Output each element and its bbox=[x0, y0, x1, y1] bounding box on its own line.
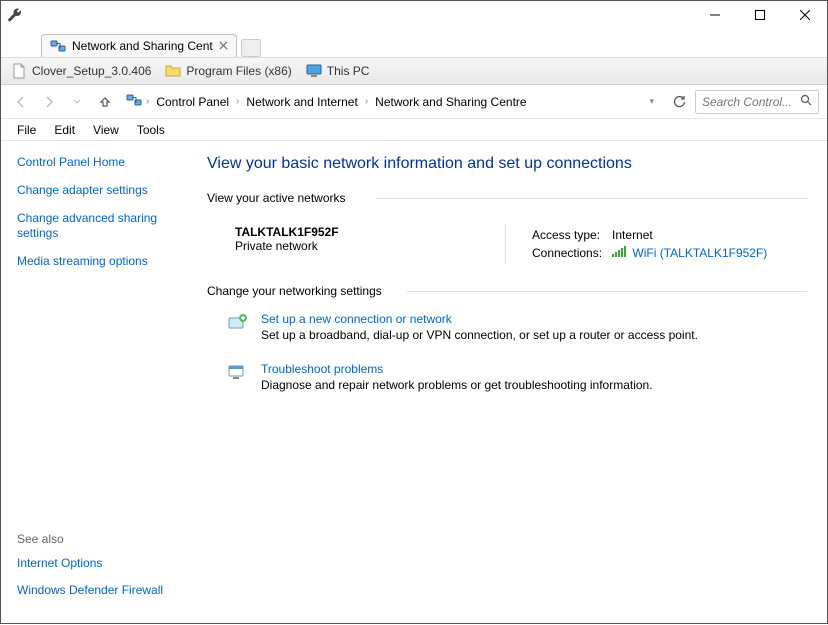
search-input[interactable] bbox=[702, 95, 796, 109]
connections-label: Connections: bbox=[532, 245, 610, 262]
menu-file[interactable]: File bbox=[9, 121, 44, 139]
forward-button[interactable] bbox=[37, 90, 61, 114]
tab-close-icon[interactable] bbox=[219, 39, 228, 53]
recent-dropdown[interactable] bbox=[65, 90, 89, 114]
change-settings-label: Change your networking settings bbox=[207, 284, 807, 298]
monitor-icon bbox=[306, 63, 322, 79]
tab-bar: Network and Sharing Cent bbox=[1, 31, 827, 57]
network-sharing-icon bbox=[126, 92, 142, 111]
menu-view[interactable]: View bbox=[85, 121, 127, 139]
main-content: View your basic network information and … bbox=[201, 141, 827, 625]
internet-options-link[interactable]: Internet Options bbox=[17, 556, 185, 572]
minimize-button[interactable] bbox=[692, 1, 737, 29]
change-advanced-sharing-link[interactable]: Change advanced sharing settings bbox=[17, 211, 185, 242]
refresh-button[interactable] bbox=[667, 90, 691, 114]
crumb-control-panel[interactable]: Control Panel bbox=[153, 93, 232, 111]
address-breadcrumb[interactable]: › Control Panel › Network and Internet ›… bbox=[121, 90, 663, 114]
network-name: TALKTALK1F952F bbox=[235, 225, 505, 239]
up-button[interactable] bbox=[93, 90, 117, 114]
chevron-right-icon[interactable]: › bbox=[146, 96, 149, 107]
file-icon bbox=[11, 63, 27, 79]
setup-connection-desc: Set up a broadband, dial-up or VPN conne… bbox=[261, 328, 698, 342]
bookmark-this-pc[interactable]: This PC bbox=[306, 63, 370, 79]
titlebar bbox=[1, 1, 827, 31]
sidebar: Control Panel Home Change adapter settin… bbox=[1, 141, 201, 625]
search-icon[interactable] bbox=[800, 94, 812, 109]
access-type-label: Access type: bbox=[532, 227, 610, 243]
new-tab-button[interactable] bbox=[241, 39, 261, 57]
menu-bar: File Edit View Tools bbox=[1, 119, 827, 141]
menu-edit[interactable]: Edit bbox=[46, 121, 83, 139]
network-type: Private network bbox=[235, 239, 505, 253]
bookmark-label: Clover_Setup_3.0.406 bbox=[32, 64, 151, 78]
wrench-icon bbox=[7, 7, 23, 26]
control-panel-home-link[interactable]: Control Panel Home bbox=[17, 155, 185, 169]
tab-title: Network and Sharing Cent bbox=[72, 39, 213, 53]
setup-connection-icon bbox=[227, 312, 249, 334]
network-sharing-icon bbox=[50, 38, 66, 54]
address-dropdown[interactable]: ▾ bbox=[645, 96, 658, 107]
bookmark-label: Program Files (x86) bbox=[186, 64, 291, 78]
wifi-connection-link[interactable]: WiFi (TALKTALK1F952F) bbox=[632, 246, 767, 260]
troubleshoot-desc: Diagnose and repair network problems or … bbox=[261, 378, 653, 392]
close-button[interactable] bbox=[782, 1, 827, 29]
page-heading: View your basic network information and … bbox=[207, 155, 807, 173]
maximize-button[interactable] bbox=[737, 1, 782, 29]
bookmark-label: This PC bbox=[327, 64, 370, 78]
see-also-label: See also bbox=[17, 532, 185, 546]
troubleshoot-item: Troubleshoot problems Diagnose and repai… bbox=[227, 362, 807, 392]
bookmark-clover-setup[interactable]: Clover_Setup_3.0.406 bbox=[11, 63, 151, 79]
media-streaming-link[interactable]: Media streaming options bbox=[17, 254, 185, 270]
search-box[interactable] bbox=[695, 90, 819, 114]
chevron-right-icon[interactable]: › bbox=[236, 96, 239, 107]
crumb-network-internet[interactable]: Network and Internet bbox=[243, 93, 360, 111]
change-adapter-link[interactable]: Change adapter settings bbox=[17, 183, 185, 199]
active-networks-label: View your active networks bbox=[207, 191, 807, 205]
troubleshoot-icon bbox=[227, 362, 249, 384]
wifi-signal-icon bbox=[612, 246, 626, 261]
active-network-panel: TALKTALK1F952F Private network Access ty… bbox=[207, 215, 807, 284]
menu-tools[interactable]: Tools bbox=[129, 121, 173, 139]
navigation-bar: › Control Panel › Network and Internet ›… bbox=[1, 85, 827, 119]
setup-connection-link[interactable]: Set up a new connection or network bbox=[261, 312, 698, 326]
bookmark-bar: Clover_Setup_3.0.406 Program Files (x86)… bbox=[1, 57, 827, 85]
bookmark-program-files[interactable]: Program Files (x86) bbox=[165, 63, 291, 79]
chevron-right-icon[interactable]: › bbox=[365, 96, 368, 107]
tab-network-sharing[interactable]: Network and Sharing Cent bbox=[41, 34, 237, 57]
troubleshoot-link[interactable]: Troubleshoot problems bbox=[261, 362, 653, 376]
back-button[interactable] bbox=[9, 90, 33, 114]
windows-defender-firewall-link[interactable]: Windows Defender Firewall bbox=[17, 583, 185, 599]
access-type-value: Internet bbox=[612, 227, 775, 243]
folder-icon bbox=[165, 63, 181, 79]
setup-connection-item: Set up a new connection or network Set u… bbox=[227, 312, 807, 342]
crumb-network-sharing[interactable]: Network and Sharing Centre bbox=[372, 93, 529, 111]
